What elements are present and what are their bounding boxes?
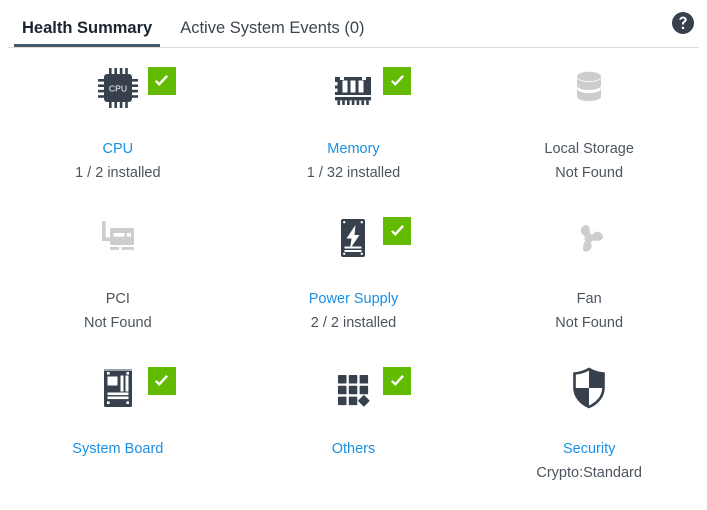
health-item-label: Fan	[576, 291, 602, 307]
status-badge-ok	[147, 367, 176, 395]
icon-row	[0, 366, 236, 416]
memory-dimm-icon	[335, 77, 372, 105]
tab-active-system-events-label: Active System Events (0)	[180, 19, 365, 37]
tab-health-summary[interactable]: Health Summary	[8, 18, 166, 48]
others-grid-icon	[338, 375, 371, 407]
icon-row	[471, 216, 707, 266]
svg-text:CPU: CPU	[109, 84, 127, 94]
health-item-fan[interactable]: Fan Not Found	[471, 208, 707, 358]
tab-active-system-events[interactable]: Active System Events (0)	[166, 18, 378, 48]
health-item-local-storage[interactable]: Local Storage Not Found	[471, 58, 707, 208]
health-item-status: Not Found	[555, 315, 624, 331]
tab-divider	[8, 47, 699, 48]
icon-row	[0, 216, 236, 266]
check-icon	[390, 224, 404, 236]
icon-row	[236, 66, 472, 116]
check-icon	[390, 74, 404, 86]
status-badge-ok	[383, 67, 412, 95]
health-item-cpu[interactable]: CPU CPU 1 / 2 installed	[0, 58, 236, 208]
help-circle-icon[interactable]	[672, 12, 694, 34]
health-item-pci[interactable]: PCI Not Found	[0, 208, 236, 358]
fan-icon	[580, 225, 604, 252]
health-item-status: Not Found	[83, 315, 152, 331]
icon-row: CPU	[0, 66, 236, 116]
health-item-label: Local Storage	[544, 141, 634, 157]
health-item-status: Not Found	[555, 165, 624, 181]
status-badge-ok	[383, 367, 412, 395]
health-item-others[interactable]: Others	[236, 358, 472, 508]
tab-bar: Health Summary Active System Events (0)	[0, 0, 707, 48]
tab-list: Health Summary Active System Events (0)	[0, 0, 707, 48]
health-item-label[interactable]: Others	[332, 440, 376, 458]
cpu-chip-icon: CPU	[97, 68, 138, 108]
health-item-status: 1 / 2 installed	[75, 165, 161, 181]
check-icon	[155, 74, 169, 86]
status-badge-ok	[147, 67, 176, 95]
database-storage-icon	[577, 71, 602, 102]
check-icon	[155, 374, 169, 386]
health-item-status: 1 / 32 installed	[306, 165, 401, 181]
icon-row	[471, 366, 707, 416]
pci-card-icon	[101, 221, 134, 250]
system-board-icon	[103, 369, 132, 407]
icon-row	[236, 366, 472, 416]
health-item-label[interactable]: System Board	[72, 440, 163, 458]
health-summary-grid: CPU CPU 1 / 2 installed Memory 1 / 32 in…	[0, 58, 707, 508]
shield-security-icon	[573, 367, 605, 409]
icon-row	[236, 216, 472, 266]
check-icon	[390, 374, 404, 386]
health-item-status: 2 / 2 installed	[310, 315, 397, 331]
power-supply-icon	[341, 219, 366, 257]
health-item-status: Crypto:Standard	[536, 465, 642, 481]
health-item-security[interactable]: Security Crypto:Standard	[471, 358, 707, 508]
health-item-label[interactable]: CPU	[103, 140, 134, 158]
icon-row	[471, 66, 707, 116]
tab-health-summary-label: Health Summary	[22, 19, 153, 37]
health-item-label: PCI	[105, 291, 130, 307]
health-item-system-board[interactable]: System Board	[0, 358, 236, 508]
health-item-memory[interactable]: Memory 1 / 32 installed	[236, 58, 472, 208]
status-badge-ok	[383, 217, 412, 245]
health-item-label[interactable]: Security	[563, 440, 615, 458]
health-item-label[interactable]: Memory	[327, 140, 379, 158]
health-item-label[interactable]: Power Supply	[309, 290, 398, 308]
health-item-power-supply[interactable]: Power Supply 2 / 2 installed	[236, 208, 472, 358]
